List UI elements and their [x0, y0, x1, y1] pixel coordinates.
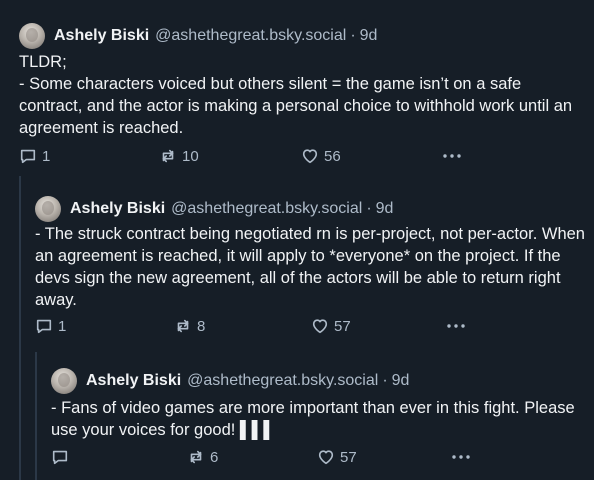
post-time[interactable]: 9d [376, 200, 394, 218]
like-button[interactable]: 57 [317, 448, 357, 466]
separator-dot: · [382, 372, 388, 389]
repost-button[interactable]: 6 [187, 448, 218, 466]
ellipsis-icon [452, 455, 470, 459]
reply-button[interactable]: 1 [19, 147, 50, 165]
heart-icon [312, 319, 328, 334]
repost-arrows-icon [162, 149, 174, 163]
separator-dot: · [350, 27, 356, 44]
post-actions: 6 57 [51, 448, 581, 468]
repost-button[interactable]: 10 [159, 147, 199, 165]
post-text: - The struck contract being negotiated r… [35, 225, 585, 309]
repost-arrows-icon [177, 319, 189, 333]
post-time[interactable]: 9d [392, 372, 410, 390]
reply-button[interactable] [51, 448, 74, 466]
repost-count: 6 [210, 448, 219, 466]
reply-button[interactable]: 1 [35, 317, 66, 335]
avatar[interactable] [19, 23, 45, 49]
like-button[interactable]: 57 [311, 317, 351, 335]
repost-button[interactable]: 8 [174, 317, 205, 335]
avatar[interactable] [35, 196, 61, 222]
post-header: Ashely Biski @ashethegreat.bsky.social ·… [19, 23, 377, 49]
like-count: 57 [340, 448, 357, 466]
author-handle[interactable]: @ashethegreat.bsky.social [155, 27, 346, 45]
post-header: Ashely Biski @ashethegreat.bsky.social ·… [51, 368, 409, 394]
post-text: TLDR; - Some characters voiced but other… [19, 53, 573, 137]
post-time[interactable]: 9d [360, 27, 378, 45]
avatar[interactable] [51, 368, 77, 394]
like-button[interactable]: 56 [301, 147, 341, 165]
repost-arrows-icon [190, 450, 202, 464]
ellipsis-icon [447, 324, 465, 328]
post-text: - Fans of video games are more important… [51, 399, 575, 439]
more-options-button[interactable] [446, 317, 466, 335]
ellipsis-icon [443, 154, 461, 158]
like-count: 57 [334, 317, 351, 335]
author-name[interactable]: Ashely Biski [54, 27, 149, 45]
reply-count: 1 [42, 147, 51, 165]
post-header: Ashely Biski @ashethegreat.bsky.social ·… [35, 196, 393, 222]
author-name[interactable]: Ashely Biski [86, 372, 181, 390]
author-handle[interactable]: @ashethegreat.bsky.social [187, 372, 378, 390]
heart-icon [318, 450, 334, 465]
reply-count: 1 [58, 317, 67, 335]
thread-line [35, 352, 37, 480]
post-actions: 1 10 56 [19, 147, 579, 167]
heart-icon [302, 149, 318, 164]
repost-count: 8 [197, 317, 206, 335]
speech-bubble-icon [20, 149, 36, 164]
repost-count: 10 [182, 147, 199, 165]
speech-bubble-icon [36, 319, 52, 334]
thread-line [19, 176, 21, 480]
separator-dot: · [366, 200, 372, 217]
author-name[interactable]: Ashely Biski [70, 200, 165, 218]
more-options-button[interactable] [451, 448, 471, 466]
more-options-button[interactable] [442, 147, 462, 165]
speech-bubble-icon [52, 450, 68, 465]
like-count: 56 [324, 147, 341, 165]
post-actions: 1 8 57 [35, 317, 585, 337]
author-handle[interactable]: @ashethegreat.bsky.social [171, 200, 362, 218]
